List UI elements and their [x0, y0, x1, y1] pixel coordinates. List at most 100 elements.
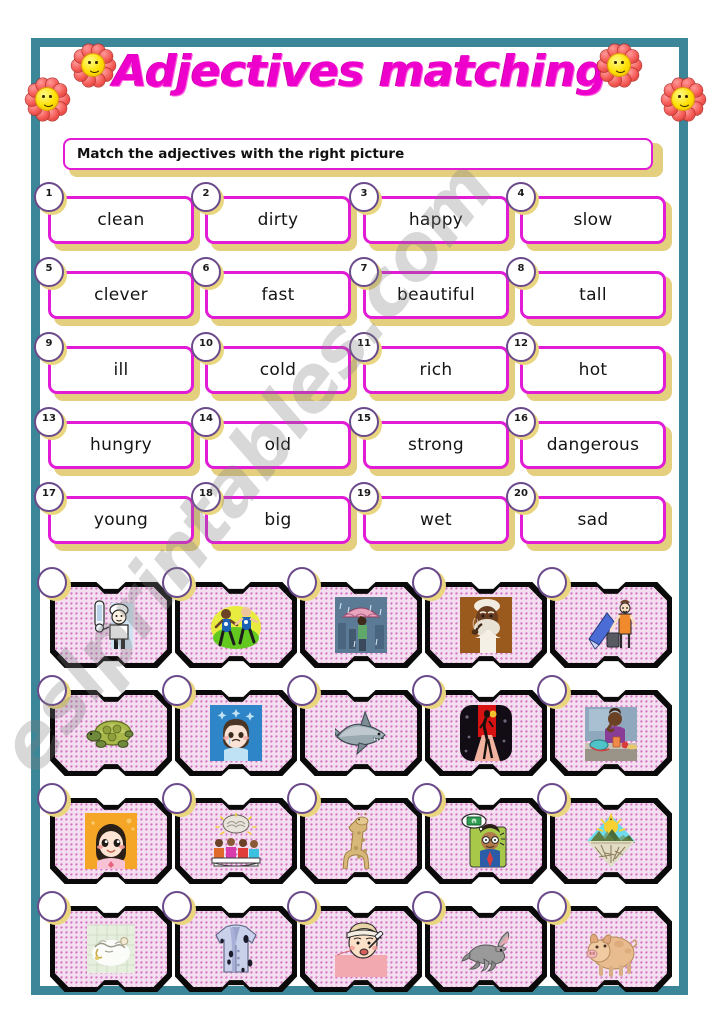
adjective-card-6[interactable]: fast 6: [191, 257, 357, 326]
adjective-number-badge: 13: [34, 407, 64, 437]
adjective-box[interactable]: dangerous: [520, 421, 666, 469]
answer-circle-input[interactable]: [537, 567, 567, 598]
pig-icon: [585, 921, 638, 977]
answer-circle-input[interactable]: [537, 675, 567, 706]
picture-card[interactable]: [537, 675, 672, 776]
adjective-box[interactable]: big: [205, 496, 351, 544]
adjective-box[interactable]: hot: [520, 346, 666, 394]
sad-child-icon: [210, 705, 262, 761]
sick-person-bed-icon: [335, 921, 387, 977]
adjective-card-15[interactable]: strong 15: [349, 407, 515, 476]
picture-card[interactable]: [162, 567, 297, 668]
adjective-box[interactable]: slow: [520, 196, 666, 244]
adjective-box[interactable]: rich: [363, 346, 509, 394]
answer-circle-input[interactable]: [537, 783, 567, 814]
adjective-card-12[interactable]: hot 12: [506, 332, 672, 401]
answer-circle-input[interactable]: [412, 675, 442, 706]
adjective-box[interactable]: old: [205, 421, 351, 469]
adjective-number: 17: [42, 488, 56, 499]
word-row: clever 5 fast 6 beautiful 7 tall 8: [34, 257, 672, 336]
adjective-card-10[interactable]: cold 10: [191, 332, 357, 401]
answer-circle-input[interactable]: [162, 675, 192, 706]
picture-card[interactable]: [537, 783, 672, 884]
answer-circle-input[interactable]: [412, 783, 442, 814]
adjective-box[interactable]: happy: [363, 196, 509, 244]
answer-circle-input[interactable]: [287, 891, 317, 922]
adjective-card-11[interactable]: rich 11: [349, 332, 515, 401]
adjective-card-4[interactable]: slow 4: [506, 182, 672, 251]
adjective-number-badge: 14: [191, 407, 221, 437]
adjective-number-badge: 12: [506, 332, 536, 362]
picture-card[interactable]: [287, 567, 422, 668]
adjective-box[interactable]: clever: [48, 271, 194, 319]
adjective-card-2[interactable]: dirty 2: [191, 182, 357, 251]
adjective-box[interactable]: young: [48, 496, 194, 544]
picture-card[interactable]: [537, 891, 672, 992]
adjective-card-16[interactable]: dangerous 16: [506, 407, 672, 476]
picture-card-surface: [55, 911, 167, 987]
adjective-number: 5: [45, 263, 53, 274]
picture-card[interactable]: [412, 891, 547, 992]
adjective-number: 7: [360, 263, 368, 274]
adjective-card-9[interactable]: ill 9: [34, 332, 200, 401]
answer-circle-input[interactable]: [37, 891, 67, 922]
picture-card-frame: [50, 798, 172, 884]
picture-card-frame: [550, 690, 672, 776]
adjective-card-3[interactable]: happy 3: [349, 182, 515, 251]
picture-card[interactable]: [287, 675, 422, 776]
adjective-card-18[interactable]: big 18: [191, 482, 357, 551]
adjective-card-8[interactable]: tall 8: [506, 257, 672, 326]
adjective-box[interactable]: beautiful: [363, 271, 509, 319]
answer-circle-input[interactable]: [37, 675, 67, 706]
adjective-box[interactable]: hungry: [48, 421, 194, 469]
adjective-box[interactable]: fast: [205, 271, 351, 319]
picture-card[interactable]: [37, 783, 172, 884]
answer-circle-input[interactable]: [537, 891, 567, 922]
answer-circle-input[interactable]: [287, 783, 317, 814]
picture-card[interactable]: [162, 675, 297, 776]
adjective-box[interactable]: clean: [48, 196, 194, 244]
adjective-card-1[interactable]: clean 1: [34, 182, 200, 251]
answer-circle-input[interactable]: [162, 567, 192, 598]
picture-card[interactable]: [37, 891, 172, 992]
adjective-card-13[interactable]: hungry 13: [34, 407, 200, 476]
picture-card[interactable]: [412, 567, 547, 668]
picture-card[interactable]: [287, 783, 422, 884]
adjective-card-5[interactable]: clever 5: [34, 257, 200, 326]
adjective-card-14[interactable]: old 14: [191, 407, 357, 476]
adjective-card-17[interactable]: young 17: [34, 482, 200, 551]
picture-card-frame: [175, 798, 297, 884]
adjective-box[interactable]: sad: [520, 496, 666, 544]
adjective-card-19[interactable]: wet 19: [349, 482, 515, 551]
picture-card[interactable]: [37, 567, 172, 668]
answer-circle-input[interactable]: [412, 891, 442, 922]
picture-card[interactable]: [412, 675, 547, 776]
adjective-box[interactable]: cold: [205, 346, 351, 394]
picture-card[interactable]: [162, 783, 297, 884]
adjective-number-badge: 5: [34, 257, 64, 287]
adjective-box[interactable]: wet: [363, 496, 509, 544]
answer-circle-input[interactable]: [412, 567, 442, 598]
adjective-word-grid: clean 1 dirty 2 happy 3 slow 4 clever 5 fast 6 beaut…: [34, 182, 672, 561]
adjective-box[interactable]: strong: [363, 421, 509, 469]
adjective-box[interactable]: tall: [520, 271, 666, 319]
adjective-card-7[interactable]: beautiful 7: [349, 257, 515, 326]
adjective-box[interactable]: dirty: [205, 196, 351, 244]
answer-circle-input[interactable]: [162, 783, 192, 814]
answer-circle-input[interactable]: [37, 783, 67, 814]
picture-card[interactable]: [37, 675, 172, 776]
instruction-text: Match the adjectives with the right pict…: [77, 146, 405, 162]
answer-circle-input[interactable]: [287, 567, 317, 598]
picture-card[interactable]: $: [412, 783, 547, 884]
adjective-box[interactable]: ill: [48, 346, 194, 394]
picture-card-surface: [305, 911, 417, 987]
picture-card[interactable]: [287, 891, 422, 992]
adjective-card-20[interactable]: sad 20: [506, 482, 672, 551]
answer-circle-input[interactable]: [287, 675, 317, 706]
picture-card[interactable]: [162, 891, 297, 992]
shark-icon: [331, 705, 387, 761]
picture-card[interactable]: [537, 567, 672, 668]
answer-circle-input[interactable]: [37, 567, 67, 598]
picture-card-frame: [300, 906, 422, 992]
answer-circle-input[interactable]: [162, 891, 192, 922]
